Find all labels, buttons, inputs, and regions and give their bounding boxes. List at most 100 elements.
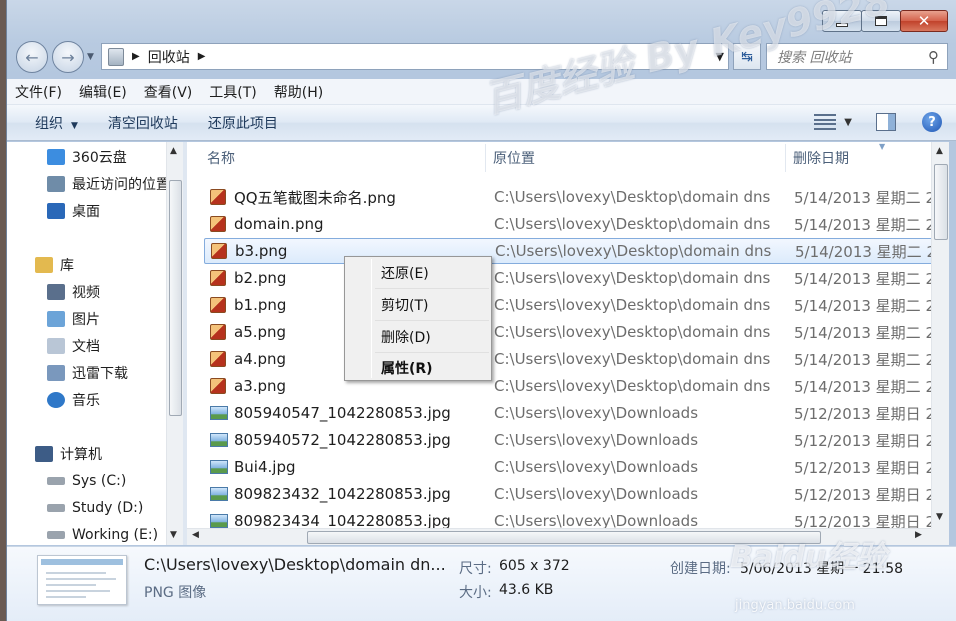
column-header-original-location[interactable]: 原位置 (493, 148, 535, 168)
nav-item-libraries[interactable]: 库 (35, 253, 74, 277)
file-original-location: C:\Users\lovexy\Desktop\domain dns (495, 242, 772, 260)
recycle-bin-icon (108, 47, 124, 66)
empty-recycle-bin-button[interactable]: 清空回收站 (108, 113, 178, 133)
nav-item-label: Working (E:) (72, 527, 159, 543)
table-row[interactable]: QQ五笔截图未命名.png C:\Users\lovexy\Desktop\dom… (204, 184, 931, 210)
recent-pages-dropdown-icon[interactable]: ▼ (87, 52, 94, 62)
scrollbar-thumb[interactable] (169, 180, 182, 416)
minimize-button[interactable] (822, 10, 862, 32)
scroll-left-arrow-icon[interactable]: ◀ (192, 530, 199, 540)
table-row[interactable]: domain.png C:\Users\lovexy\Desktop\domain… (204, 211, 931, 237)
maximize-button[interactable] (861, 10, 901, 32)
table-row[interactable]: 805940547_1042280853.jpg C:\Users\lovexy\… (204, 400, 931, 426)
details-created-value: 5/06/2013 星期一 21:58 (740, 561, 904, 577)
scrollbar-thumb[interactable] (307, 531, 821, 544)
preview-pane-icon[interactable] (876, 113, 896, 131)
nav-item-documents[interactable]: 文档 (47, 334, 100, 358)
context-menu-cut[interactable]: 剪切(T) (381, 295, 428, 315)
png-file-icon (210, 216, 226, 232)
details-pane: C:\Users\lovexy\Desktop\domain dn... PNG… (7, 546, 956, 621)
file-name: 805940547_1042280853.jpg (234, 404, 451, 422)
column-divider[interactable] (785, 144, 786, 172)
menu-tools[interactable]: 工具(T) (209, 82, 256, 102)
nav-item-computer[interactable]: 计算机 (35, 442, 102, 466)
navigation-pane: 360云盘 最近访问的位置 桌面 库 视频 图片 文档 迅雷下载 音乐 计算机 … (7, 142, 183, 545)
nav-item-label: 360云盘 (72, 150, 127, 166)
menu-edit[interactable]: 编辑(E) (79, 82, 127, 102)
search-input[interactable]: 搜索 回收站 ⚲ (766, 43, 948, 70)
close-button[interactable]: ✕ (900, 10, 948, 32)
view-options-dropdown-icon[interactable]: ▼ (844, 117, 852, 128)
table-row[interactable]: b2.png C:\Users\lovexy\Desktop\domain dns… (204, 265, 931, 291)
file-date-deleted: 5/12/2013 星期日 2 (794, 431, 931, 450)
forward-arrow-icon: → (61, 47, 75, 67)
scroll-down-arrow-icon[interactable]: ▼ (936, 512, 943, 522)
breadcrumb-chevron-icon[interactable]: ▶ (198, 51, 206, 62)
breadcrumb-chevron-icon[interactable]: ▶ (132, 51, 140, 62)
file-original-location: C:\Users\lovexy\Downloads (494, 404, 699, 422)
forward-button[interactable]: → (52, 41, 84, 73)
refresh-button[interactable]: ↹ (733, 43, 761, 70)
context-menu-restore[interactable]: 还原(E) (381, 263, 429, 283)
nav-item-pictures[interactable]: 图片 (47, 307, 100, 331)
file-original-location: C:\Users\lovexy\Desktop\domain dns (494, 350, 771, 368)
scroll-up-arrow-icon[interactable]: ▲ (936, 146, 943, 156)
file-name: QQ五笔截图未命名.png (234, 188, 396, 207)
file-original-location: C:\Users\lovexy\Desktop\domain dns (494, 377, 771, 395)
computer-icon (35, 446, 53, 462)
menu-file[interactable]: 文件(F) (15, 82, 62, 102)
nav-item-drive-e[interactable]: Working (E:) (47, 523, 158, 545)
table-row[interactable]: 805940572_1042280853.jpg C:\Users\lovexy\… (204, 427, 931, 453)
column-header-name[interactable]: 名称 (207, 148, 235, 168)
scroll-down-arrow-icon[interactable]: ▼ (170, 530, 177, 540)
file-name: domain.png (234, 215, 324, 233)
restore-item-button[interactable]: 还原此项目 (208, 113, 278, 133)
png-file-icon (210, 378, 226, 394)
menu-view[interactable]: 查看(V) (144, 82, 193, 102)
menu-help[interactable]: 帮助(H) (274, 82, 323, 102)
table-row[interactable]: a5.png C:\Users\lovexy\Desktop\domain dns… (204, 319, 931, 345)
nav-item-thunder-downloads[interactable]: 迅雷下载 (47, 361, 128, 385)
address-bar[interactable]: ▶ 回收站 ▶ ▼ (101, 43, 729, 70)
context-menu-properties[interactable]: 属性(R) (381, 358, 433, 378)
address-dropdown-icon[interactable]: ▼ (716, 50, 724, 63)
column-divider[interactable] (485, 144, 486, 172)
scroll-up-arrow-icon[interactable]: ▲ (170, 146, 177, 156)
organize-button[interactable]: 组织 ▼ (35, 113, 78, 133)
file-date-deleted: 5/14/2013 星期二 2 (794, 188, 931, 207)
nav-item-360-cloud[interactable]: 360云盘 (47, 145, 127, 169)
caption-buttons: ✕ (822, 10, 948, 32)
nav-item-recent-places[interactable]: 最近访问的位置 (47, 172, 170, 196)
view-details-icon[interactable] (814, 114, 837, 130)
nav-item-desktop[interactable]: 桌面 (47, 199, 100, 223)
nav-item-drive-c[interactable]: Sys (C:) (47, 469, 126, 493)
context-menu: 还原(E) 剪切(T) 删除(D) 属性(R) (344, 256, 492, 381)
table-row[interactable]: 809823434_1042280853.jpg C:\Users\lovexy\… (204, 508, 931, 528)
file-list-vertical-scrollbar[interactable]: ▲ ▼ (931, 142, 949, 528)
context-menu-delete[interactable]: 删除(D) (381, 327, 431, 347)
table-row[interactable]: Bui4.jpg C:\Users\lovexy\Downloads 5/12/20… (204, 454, 931, 480)
file-date-deleted: 5/14/2013 星期二 2 (794, 269, 931, 288)
file-original-location: C:\Users\lovexy\Desktop\domain dns (494, 269, 771, 287)
scrollbar-thumb[interactable] (934, 164, 948, 240)
menu-bar: 文件(F) 编辑(E) 查看(V) 工具(T) 帮助(H) (7, 79, 956, 105)
file-list-horizontal-scrollbar[interactable]: ◀ ▶ (187, 528, 931, 545)
nav-item-videos[interactable]: 视频 (47, 280, 100, 304)
table-row[interactable]: b3.png C:\Users\lovexy\Desktop\domain dns… (204, 238, 931, 264)
help-icon[interactable]: ? (922, 112, 942, 132)
search-icon[interactable]: ⚲ (928, 48, 939, 66)
view-controls: ▼ ? (814, 112, 942, 132)
nav-item-drive-d[interactable]: Study (D:) (47, 496, 143, 520)
search-placeholder: 搜索 回收站 (777, 49, 852, 66)
table-row[interactable]: a3.png C:\Users\lovexy\Desktop\domain dns… (204, 373, 931, 399)
table-row[interactable]: a4.png C:\Users\lovexy\Desktop\domain dns… (204, 346, 931, 372)
nav-pane-scrollbar[interactable]: ▲ ▼ (166, 142, 183, 545)
column-header-date-deleted[interactable]: 删除日期 (793, 148, 849, 168)
file-name: b2.png (234, 269, 287, 287)
scroll-right-arrow-icon[interactable]: ▶ (915, 530, 922, 540)
nav-item-music[interactable]: 音乐 (47, 388, 100, 412)
breadcrumb-recycle-bin[interactable]: 回收站 (148, 47, 190, 67)
table-row[interactable]: 809823432_1042280853.jpg C:\Users\lovexy\… (204, 481, 931, 507)
table-row[interactable]: b1.png C:\Users\lovexy\Desktop\domain dns… (204, 292, 931, 318)
back-button[interactable]: ← (16, 41, 48, 73)
